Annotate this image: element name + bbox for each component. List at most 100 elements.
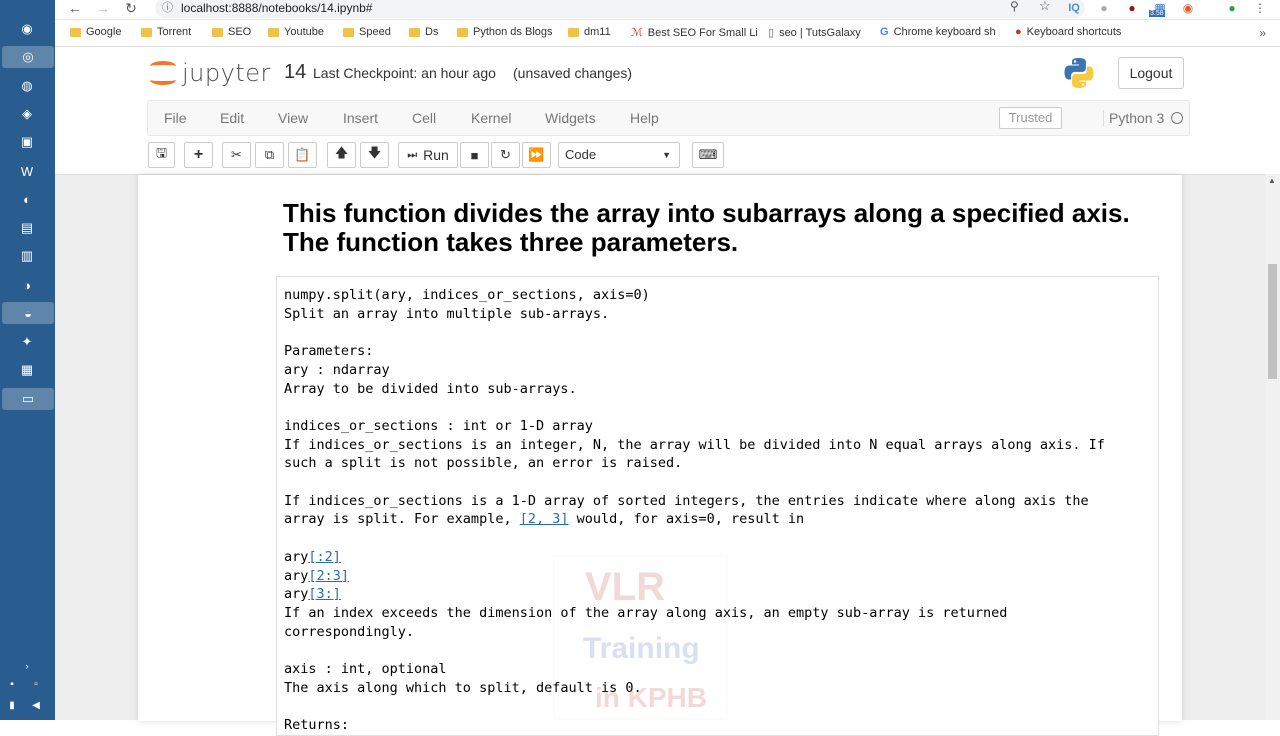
- extension-badge: 3.58: [1149, 10, 1165, 17]
- scissors-icon: ✂: [231, 147, 242, 162]
- network-icon[interactable]: ▪: [4, 673, 20, 695]
- interrupt-button[interactable]: ■: [460, 142, 489, 168]
- app-icon[interactable]: ◒: [2, 302, 54, 324]
- bookmark-seo[interactable]: SEO: [212, 26, 251, 38]
- reload-icon[interactable]: ↻: [121, 0, 141, 16]
- site-icon: ℳ: [631, 27, 643, 39]
- doc-line: indices_or_sections : int or 1-D array: [284, 417, 593, 434]
- info-icon[interactable]: ⓘ: [162, 0, 173, 15]
- example-link[interactable]: [2, 3]: [520, 511, 569, 527]
- bookmark-dm11[interactable]: dm11: [568, 26, 611, 38]
- scroll-up-icon[interactable]: ▲: [1268, 176, 1276, 185]
- globe-extension-icon[interactable]: ●: [1095, 0, 1113, 16]
- doc-line: numpy.split(ary, indices_or_sections, ax…: [284, 287, 650, 303]
- kernel-name[interactable]: Python 3: [1103, 110, 1164, 126]
- reddit-extension-icon[interactable]: ◉: [1179, 0, 1197, 16]
- menu-file[interactable]: File: [164, 110, 187, 126]
- scroll-thumb[interactable]: [1268, 264, 1277, 379]
- slice-link[interactable]: [2:3]: [308, 568, 349, 584]
- copy-button[interactable]: ⧉: [255, 142, 284, 168]
- app-icon[interactable]: ▦: [14, 359, 40, 381]
- arrow-up-icon: 🡅: [334, 145, 349, 160]
- bookmark-ds[interactable]: Ds: [409, 26, 438, 38]
- notebook-name[interactable]: 14: [284, 61, 306, 84]
- folder-icon: [268, 27, 279, 37]
- bookmark-python-ds-blogs[interactable]: Python ds Blogs: [457, 26, 553, 38]
- menu-icon[interactable]: ⋮: [1251, 0, 1269, 16]
- bookmark-keyboard-shortcuts[interactable]: ● Keyboard shortcuts: [1015, 26, 1121, 38]
- app-icon[interactable]: ◑: [14, 274, 40, 296]
- doc-line: [284, 473, 1105, 492]
- app-icon[interactable]: ◈: [14, 103, 40, 125]
- bookmark-best-seo[interactable]: ℳ Best SEO For Small Li: [631, 26, 758, 40]
- logout-button[interactable]: Logout: [1118, 57, 1184, 89]
- app-icon[interactable]: ◍: [14, 75, 40, 97]
- app-icon[interactable]: ▣: [14, 131, 40, 153]
- folder-icon: [457, 27, 468, 37]
- command-palette-button[interactable]: ⌨: [692, 142, 724, 168]
- step-forward-icon: ⏭: [407, 148, 418, 161]
- paste-button[interactable]: 📋: [288, 142, 317, 168]
- volume-icon[interactable]: ◀: [28, 694, 44, 716]
- slice-link[interactable]: [:2]: [308, 549, 341, 565]
- folder-icon: [568, 27, 579, 37]
- site-icon: ●: [1015, 26, 1022, 38]
- folder-icon: [141, 27, 152, 37]
- save-button[interactable]: 🖫: [148, 142, 175, 168]
- battery-icon[interactable]: ▮: [4, 694, 20, 716]
- keyboard-icon: ⌨: [698, 147, 718, 162]
- page-icon: ▯: [768, 27, 775, 39]
- bookmark-google[interactable]: Google: [70, 26, 121, 38]
- scrollbar[interactable]: ▲: [1265, 174, 1280, 720]
- doc-line: If indices_or_sections is a 1-D array of…: [284, 492, 1089, 509]
- doc-line: ary : ndarray: [284, 361, 390, 378]
- insert-cell-button[interactable]: +: [184, 142, 213, 168]
- doc-line: If indices_or_sections is an integer, N,…: [284, 436, 1105, 453]
- restart-button[interactable]: ↻: [491, 142, 520, 168]
- terminal-icon[interactable]: ▭: [2, 388, 54, 410]
- chrome-icon[interactable]: ◎: [2, 46, 54, 68]
- menu-edit[interactable]: Edit: [220, 110, 244, 126]
- forward-icon[interactable]: →: [93, 0, 113, 16]
- word-icon[interactable]: W: [14, 160, 40, 182]
- app-icon[interactable]: ◐: [14, 188, 40, 210]
- menu-help[interactable]: Help: [630, 110, 659, 126]
- trusted-indicator[interactable]: Trusted: [999, 107, 1062, 129]
- run-button[interactable]: ⏭ Run: [398, 142, 458, 168]
- copy-icon: ⧉: [264, 147, 275, 162]
- profile-icon[interactable]: ●: [1223, 0, 1241, 16]
- python-logo-icon: [1064, 58, 1094, 88]
- menu-widgets[interactable]: Widgets: [545, 110, 596, 126]
- menu-cell[interactable]: Cell: [412, 110, 436, 126]
- star-icon[interactable]: ☆: [1039, 0, 1051, 14]
- k-extension-icon[interactable]: ●: [1123, 0, 1141, 16]
- slice-link[interactable]: [3:]: [308, 586, 341, 602]
- jupyter-logo[interactable]: jupyter: [150, 59, 271, 87]
- notepad-icon[interactable]: ▥: [14, 245, 40, 267]
- move-up-button[interactable]: 🡅: [327, 142, 356, 168]
- menu-view[interactable]: View: [278, 110, 308, 126]
- folder-icon[interactable]: ▤: [14, 217, 40, 239]
- bookmark-tutsgalaxy[interactable]: ▯ seo | TutsGalaxy: [768, 26, 861, 40]
- restart-run-all-button[interactable]: ⏩: [522, 142, 551, 168]
- bookmarks-more-button[interactable]: »: [1259, 26, 1266, 40]
- folder-icon: [343, 27, 354, 37]
- bookmark-torrent[interactable]: Torrent: [141, 26, 191, 38]
- zoom-icon[interactable]: ⚲: [1010, 0, 1019, 13]
- bookmark-chrome-keyboard[interactable]: G Chrome keyboard sh: [880, 26, 996, 38]
- app-icon[interactable]: ✦: [14, 331, 40, 353]
- move-down-button[interactable]: 🡇: [360, 142, 389, 168]
- watermark-logo: VLR Training in KPHB: [553, 555, 728, 720]
- firefox-icon[interactable]: ◉: [14, 18, 40, 40]
- bookmark-youtube[interactable]: Youtube: [268, 26, 324, 38]
- iq-extension-icon[interactable]: IQ: [1065, 0, 1083, 16]
- cut-button[interactable]: ✂: [222, 142, 251, 168]
- kernel-idle-icon: [1171, 112, 1183, 124]
- cell-type-select[interactable]: Code ▼: [558, 142, 680, 168]
- menu-kernel[interactable]: Kernel: [471, 110, 511, 126]
- menu-insert[interactable]: Insert: [343, 110, 378, 126]
- screen-icon[interactable]: ▫: [28, 673, 44, 695]
- back-icon[interactable]: ←: [65, 0, 85, 16]
- markdown-heading: This function divides the array into sub…: [283, 198, 1130, 257]
- bookmark-speed[interactable]: Speed: [343, 26, 391, 38]
